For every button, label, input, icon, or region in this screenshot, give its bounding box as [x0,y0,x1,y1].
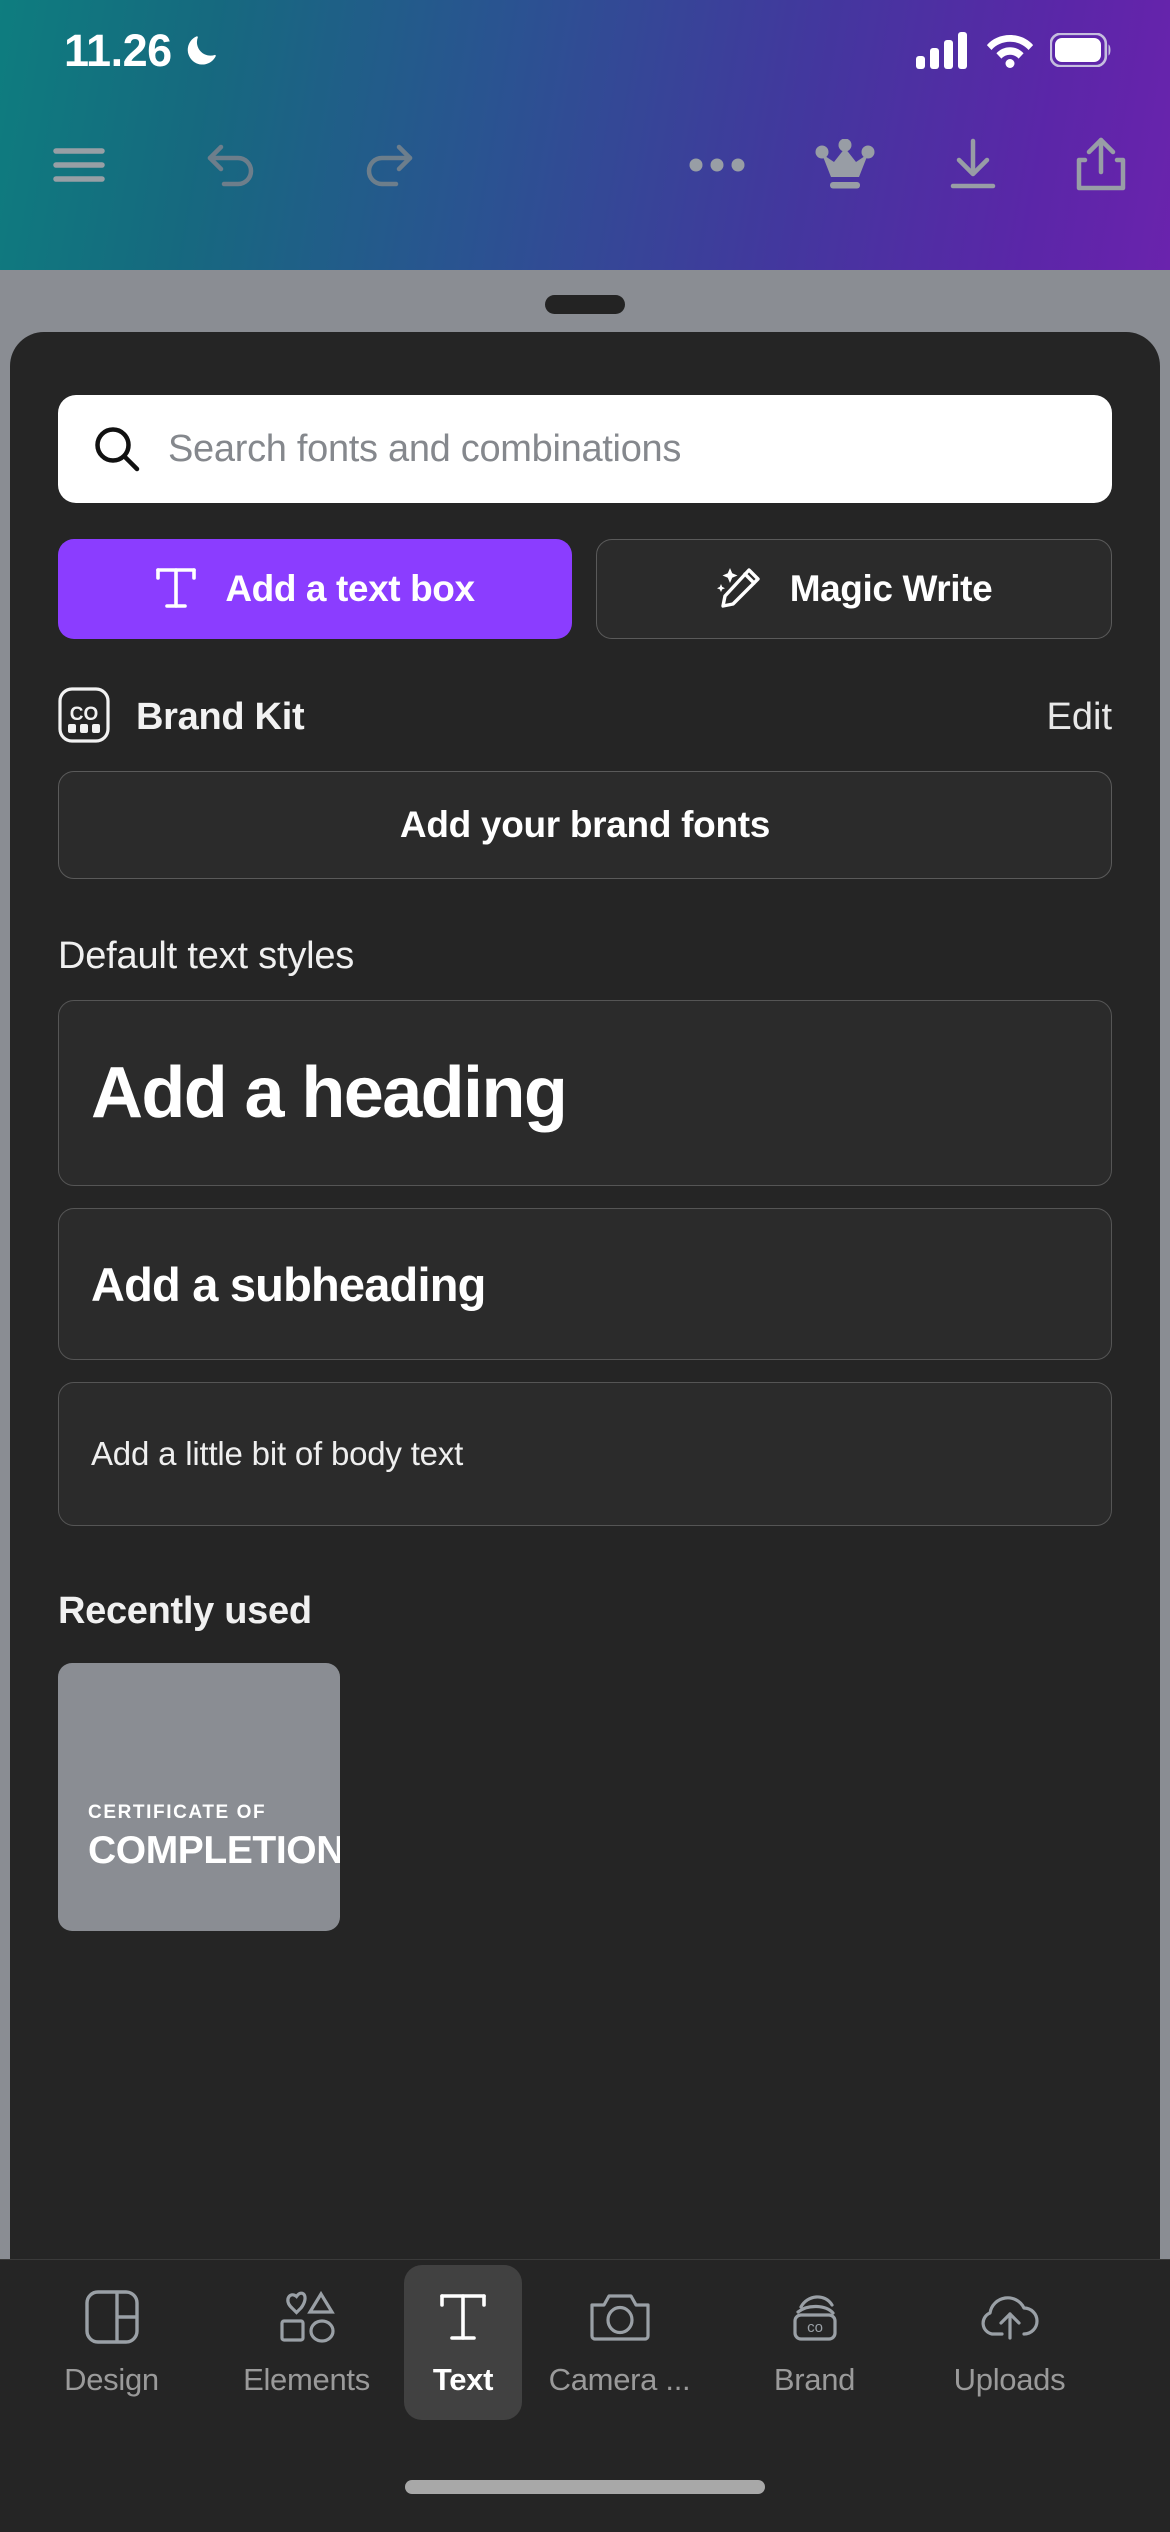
cellular-signal-icon [916,31,970,69]
home-indicator[interactable] [405,2480,765,2494]
nav-item-brand-label: Brand [773,2362,856,2397]
svg-text:co: co [807,2319,823,2336]
style-card-heading[interactable]: Add a heading [58,1000,1112,1186]
status-bar: 11.26 [0,0,1170,100]
add-text-box-label: Add a text box [225,568,475,609]
moon-icon [184,32,220,68]
nav-item-elements-label: Elements [243,2362,370,2397]
nav-item-design[interactable]: Design [14,2265,209,2420]
toolbar-right-group [678,126,1170,204]
camera-icon [589,2286,651,2348]
redo-icon[interactable] [348,126,426,204]
certificate-kicker: CERTIFICATE OF [88,1802,267,1824]
nav-item-brand[interactable]: co Brand [717,2265,912,2420]
editor-toolbar [0,100,1170,230]
app-screen: 11.26 Search fonts and combinations Add … [0,0,1170,2532]
recently-used-row: CERTIFICATE OF COMPLETION [58,1663,1112,1931]
more-options-icon[interactable] [678,126,756,204]
battery-icon [1050,33,1112,67]
svg-text:CO: CO [70,704,99,725]
status-bar-clock: 11.26 [64,24,172,76]
text-panel-content: Add a text box Magic Write [10,395,1160,1931]
default-text-styles-title: Default text styles [58,935,355,977]
undo-icon[interactable] [194,126,272,204]
download-icon[interactable] [934,126,1012,204]
crown-icon[interactable] [806,126,884,204]
add-brand-fonts-button[interactable]: Add your brand fonts [58,771,1112,879]
brand-kit-title: Brand Kit [136,695,305,738]
brand-kit-row: CO Brand Kit Edit [58,685,1112,749]
editor-header: 11.26 [0,0,1170,270]
share-icon[interactable] [1062,126,1140,204]
style-card-heading-label: Add a heading [91,1053,568,1133]
certificate-title: COMPLETION [88,1829,340,1873]
text-panel-sheet: Add a text box Magic Write [10,332,1160,2364]
add-text-box-button[interactable]: Add a text box [58,539,572,639]
nav-item-elements[interactable]: Elements [209,2265,404,2420]
nav-item-design-label: Design [64,2362,159,2397]
home-bar-area [0,2424,1170,2532]
status-bar-left: 11.26 [64,28,220,73]
style-card-subheading[interactable]: Add a subheading [58,1208,1112,1360]
toolbar-left-group [0,126,426,204]
nav-item-text-label: Text [432,2362,494,2397]
text-t-icon [437,2286,489,2348]
style-card-body-label: Add a little bit of body text [91,1435,464,1472]
style-card-body[interactable]: Add a little bit of body text [58,1382,1112,1526]
text-t-icon [155,565,197,614]
layout-design-icon [84,2286,140,2348]
add-brand-fonts-label: Add your brand fonts [399,804,771,845]
recently-used-card[interactable]: CERTIFICATE OF COMPLETION [58,1663,340,1931]
nav-item-camera[interactable]: Camera ... [522,2265,717,2420]
nav-item-camera-label: Camera ... [548,2362,691,2397]
search-icon [92,424,142,474]
text-actions-row: Add a text box Magic Write [58,539,1112,639]
nav-item-uploads-label: Uploads [953,2362,1066,2397]
magic-write-button[interactable]: Magic Write [596,539,1112,639]
nav-item-text[interactable]: Text [404,2264,522,2420]
panel-drag-handle[interactable] [545,295,625,314]
search-input[interactable] [168,427,1078,471]
brand-kit-left: CO Brand Kit [58,686,305,748]
bottom-navigation-bar: Design Elements Text Camera ... co Brand… [0,2259,1170,2424]
brand-kit-edit-link[interactable]: Edit [1047,696,1112,739]
cloud-upload-icon [979,2286,1041,2348]
search-bar[interactable] [58,395,1112,503]
brand-kit-icon: CO [58,686,110,748]
hamburger-menu-icon[interactable] [40,126,118,204]
nav-item-uploads[interactable]: Uploads [912,2265,1107,2420]
status-bar-right [916,31,1112,69]
style-card-subheading-label: Add a subheading [91,1257,486,1311]
certificate-thumbnail-text: CERTIFICATE OF COMPLETION [88,1803,340,1873]
shapes-elements-icon [277,2286,337,2348]
magic-wand-icon [716,564,764,615]
magic-write-label: Magic Write [789,568,993,609]
recently-used-title: Recently used [58,1590,312,1632]
wifi-icon [986,32,1034,68]
brand-co-icon: co [784,2286,846,2348]
